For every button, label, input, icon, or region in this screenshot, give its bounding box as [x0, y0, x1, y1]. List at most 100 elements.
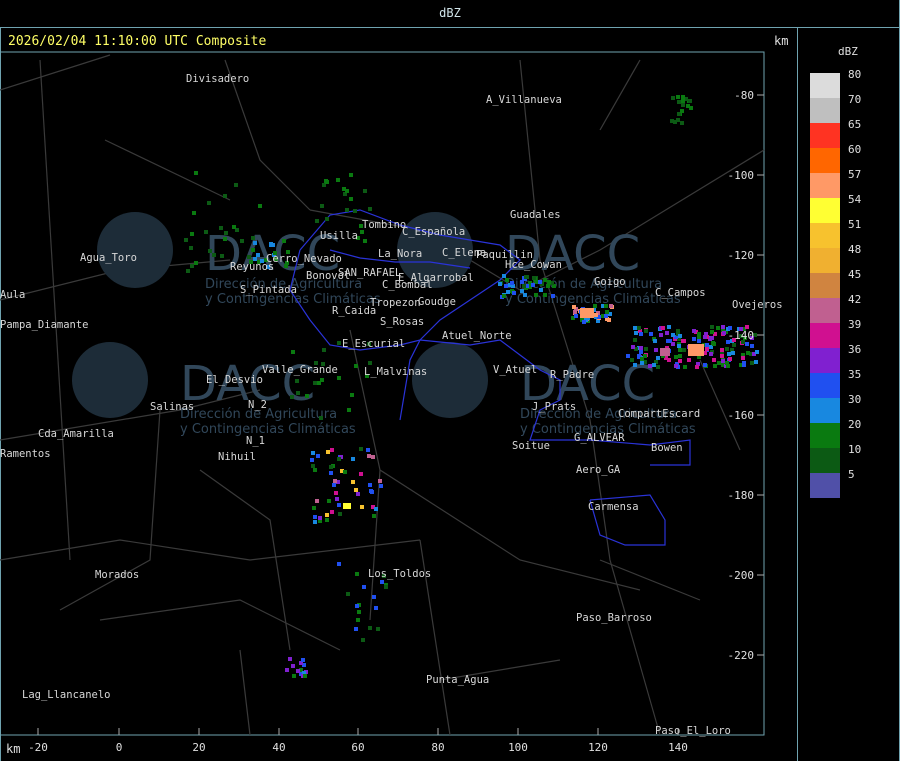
radar-echo	[351, 480, 355, 484]
radar-echo	[290, 395, 294, 399]
legend-swatch	[810, 148, 840, 173]
y-tick-label: -140	[728, 329, 755, 342]
radar-echo	[256, 253, 260, 257]
place-label: Cda_Amarilla	[38, 428, 114, 440]
legend-swatch	[810, 473, 840, 498]
radar-echo	[506, 290, 510, 294]
legend-swatch	[810, 273, 840, 298]
radar-echo	[285, 668, 289, 672]
radar-echo	[291, 350, 295, 354]
radar-echo	[644, 347, 648, 351]
place-label: C_Bombal	[382, 279, 433, 291]
radar-echo	[644, 329, 648, 333]
legend-swatch	[810, 198, 840, 223]
radar-echo	[665, 331, 669, 335]
radar-echo	[502, 294, 506, 298]
radar-echo	[190, 264, 194, 268]
legend-swatch	[810, 123, 840, 148]
radar-echo	[329, 471, 333, 475]
radar-echo	[681, 103, 685, 107]
radar-echo	[681, 99, 685, 103]
legend-label: 57	[848, 168, 862, 181]
place-label: R_Padre	[550, 369, 594, 381]
road	[99, 599, 341, 651]
radar-echo	[356, 492, 360, 496]
radar-echo	[337, 503, 341, 507]
place-label: CompartEscard	[618, 408, 700, 420]
radar-echo	[325, 518, 329, 522]
radar-echo	[357, 610, 361, 614]
radar-echo	[372, 514, 376, 518]
y-tick-label: -180	[728, 489, 755, 502]
watermark-logo	[72, 342, 148, 418]
radar-echo	[710, 336, 714, 340]
road	[0, 539, 251, 561]
y-tick-label: -200	[728, 569, 755, 582]
radar-echo	[313, 468, 317, 472]
place-label: A_Villanueva	[486, 94, 562, 106]
radar-echo	[754, 360, 758, 364]
radar-echo	[692, 329, 696, 333]
radar-echo	[374, 606, 378, 610]
watermark-line2: y Contingencias Climáticas	[180, 422, 356, 437]
radar-echo	[360, 505, 364, 509]
road	[39, 59, 71, 561]
radar-echo	[633, 326, 637, 330]
radar-echo	[721, 325, 725, 329]
place-label: Carmensa	[588, 501, 639, 513]
legend-swatch	[810, 373, 840, 398]
radar-echo	[637, 326, 641, 330]
place-label: S_Rosas	[380, 316, 424, 328]
radar-map[interactable]: DACCDirección de Agriculturay Contingenc…	[0, 0, 900, 761]
radar-echo	[374, 507, 378, 511]
km-label-bottom: km	[6, 742, 21, 756]
radar-echo	[710, 330, 714, 334]
legend-label: 48	[848, 243, 862, 256]
radar-echo	[361, 638, 365, 642]
radar-echo	[653, 339, 657, 343]
x-tick-label: 80	[431, 741, 444, 754]
radar-echo	[342, 187, 346, 191]
radar-echo	[660, 348, 670, 356]
radar-echo	[705, 343, 709, 347]
place-label: S_Pintada	[240, 284, 297, 296]
radar-echo	[710, 325, 714, 329]
road	[249, 539, 421, 561]
legend-label: 39	[848, 318, 862, 331]
radar-echo	[343, 503, 351, 509]
place-label: C_Española	[402, 226, 465, 238]
legend-swatch	[810, 173, 840, 198]
road	[599, 59, 641, 131]
place-label: G_ALVEAR	[574, 432, 625, 444]
radar-echo	[338, 512, 342, 516]
radar-echo	[640, 357, 644, 361]
timestamp: 2026/02/04 11:10:00 UTC Composite	[8, 34, 267, 49]
legend-swatch	[810, 298, 840, 323]
radar-echo	[634, 331, 638, 335]
radar-echo	[742, 363, 746, 367]
radar-echo	[607, 318, 611, 322]
place-label: Goigo	[594, 276, 626, 288]
road	[199, 469, 291, 651]
radar-echo	[678, 334, 682, 338]
radar-echo	[510, 281, 514, 285]
radar-echo	[713, 364, 717, 368]
place-label: Valle_Grande	[262, 364, 338, 376]
radar-echo	[725, 347, 729, 351]
place-label: N_2	[248, 399, 267, 411]
place-label: Agua_Toro	[80, 252, 137, 264]
radar-echo	[311, 464, 315, 468]
radar-echo	[543, 293, 547, 297]
radar-echo	[371, 455, 375, 459]
radar-echo	[288, 657, 292, 661]
radar-echo	[677, 344, 681, 348]
radar-echo	[325, 513, 329, 517]
radar-echo	[212, 253, 216, 257]
radar-echo	[726, 364, 730, 368]
radar-echo	[291, 664, 295, 668]
radar-echo	[333, 479, 337, 483]
road	[699, 359, 741, 451]
radar-echo	[680, 109, 684, 113]
place-label: Tropezon	[370, 297, 421, 309]
radar-echo	[337, 457, 341, 461]
